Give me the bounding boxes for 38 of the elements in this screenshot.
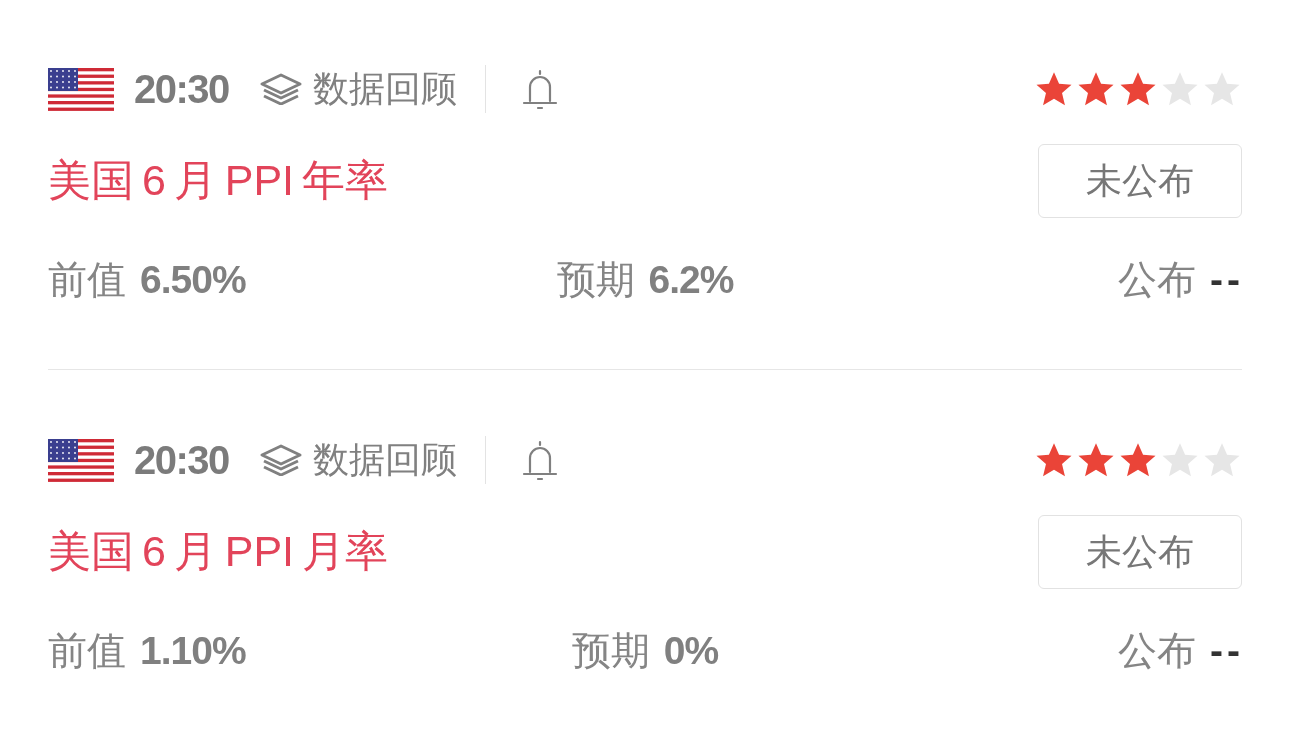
data-review-button[interactable]: 数据回顾 bbox=[258, 64, 457, 114]
previous-value: 6.50% bbox=[140, 258, 246, 302]
event-title: 美国 6 月 PPI 年率 bbox=[48, 155, 388, 206]
previous-label: 前值 bbox=[48, 628, 126, 674]
actual-value: -- bbox=[1210, 258, 1244, 302]
event-time: 20:30 bbox=[134, 66, 229, 112]
event-title: 美国 6 月 PPI 月率 bbox=[48, 526, 388, 577]
unpublished-button[interactable]: 未公布 bbox=[1038, 144, 1242, 218]
layers-icon bbox=[258, 444, 303, 476]
previous-label: 前值 bbox=[48, 257, 126, 303]
us-flag-icon bbox=[48, 67, 114, 111]
bell-button[interactable] bbox=[521, 438, 558, 482]
us-flag-icon bbox=[48, 438, 114, 482]
star-icon bbox=[1036, 443, 1072, 477]
star-icon bbox=[1162, 443, 1198, 477]
star-icon bbox=[1036, 72, 1072, 106]
actual-label: 公布 bbox=[1118, 257, 1196, 303]
layers-icon bbox=[258, 73, 303, 105]
star-icon bbox=[1204, 72, 1240, 106]
forecast-label: 预期 bbox=[571, 628, 650, 674]
star-icon bbox=[1120, 72, 1156, 106]
forecast-value: 6.2% bbox=[648, 258, 734, 302]
bell-button[interactable] bbox=[521, 67, 558, 111]
actual-value: -- bbox=[1210, 629, 1244, 673]
previous-value: 1.10% bbox=[140, 629, 246, 673]
forecast-label: 预期 bbox=[556, 257, 635, 303]
forecast-value: 0% bbox=[663, 629, 719, 673]
star-icon bbox=[1120, 443, 1156, 477]
bell-icon bbox=[521, 438, 558, 482]
star-icon bbox=[1078, 72, 1114, 106]
star-icon bbox=[1078, 443, 1114, 477]
actual-label: 公布 bbox=[1118, 628, 1196, 674]
data-review-button[interactable]: 数据回顾 bbox=[258, 435, 457, 485]
bell-icon bbox=[521, 67, 558, 111]
star-icon bbox=[1162, 72, 1198, 106]
unpublished-button[interactable]: 未公布 bbox=[1038, 515, 1242, 589]
event-time: 20:30 bbox=[134, 437, 229, 483]
star-icon bbox=[1204, 443, 1240, 477]
